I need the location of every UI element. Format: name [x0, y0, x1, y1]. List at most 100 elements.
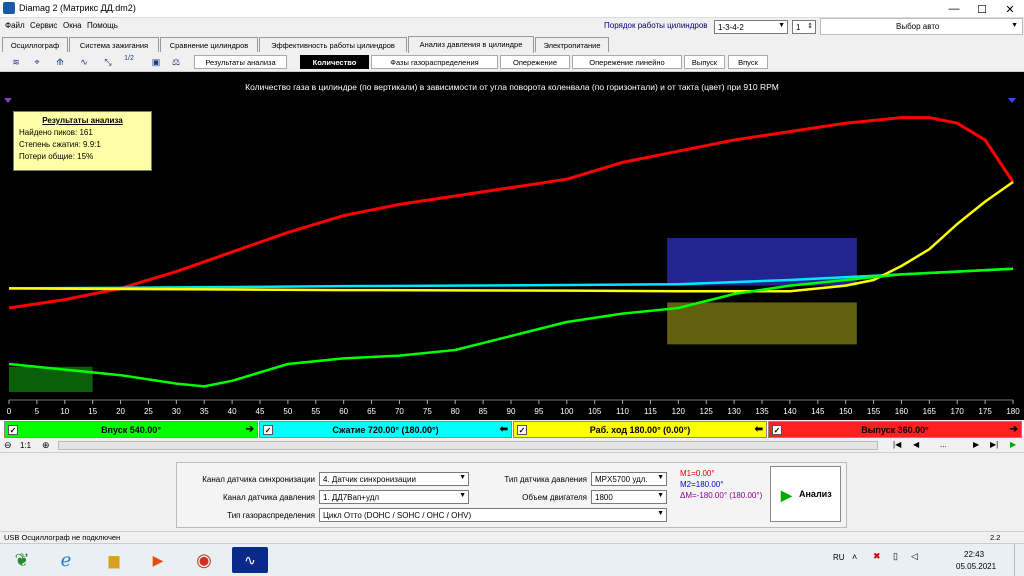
tab-ignition[interactable]: Система зажигания	[69, 37, 159, 52]
total-losses: Потери общие: 15%	[19, 152, 94, 161]
x-tick-label: 110	[616, 407, 629, 416]
zoom-in-icon[interactable]: ⊕	[42, 440, 50, 451]
x-tick-label: 130	[727, 407, 741, 416]
menu-help[interactable]: Помощь	[87, 21, 118, 30]
tab-pressure-analysis[interactable]: Анализ давления в цилиндре	[408, 36, 534, 53]
subtab-advance-linear[interactable]: Опережение линейно	[572, 55, 682, 69]
minimize-button[interactable]: —	[940, 0, 968, 18]
engine-volume-value: 1800	[595, 493, 613, 502]
tab-oscilloscope[interactable]: Осциллограф	[2, 37, 68, 52]
internet-explorer-icon[interactable]: ℯ	[48, 547, 84, 573]
cursor-icon[interactable]: ⌖	[29, 55, 45, 70]
gas-distribution-select[interactable]: Цикл Отто (DOHC / SOHC / OHC / OHV) ▼	[319, 508, 667, 522]
phase-power[interactable]: ✓ Раб. ход 180.00° (0.00°) ⬅	[513, 421, 767, 438]
media-player-icon[interactable]: ▶	[140, 547, 176, 573]
tab-power[interactable]: Электропитание	[535, 37, 609, 52]
volume-icon[interactable]: ◁	[911, 551, 918, 562]
save-icon[interactable]: ▣	[148, 55, 164, 70]
cylinder-order-select[interactable]: 1-3-4-2 ▼	[714, 20, 788, 34]
subtab-results[interactable]: Результаты анализа	[194, 55, 287, 69]
phase-intake-checkbox[interactable]: ✓	[8, 425, 18, 435]
x-tick-label: 40	[228, 407, 237, 416]
horizontal-scrollbar[interactable]	[58, 441, 878, 450]
subtab-intake[interactable]: Впуск	[728, 55, 768, 69]
maximize-button[interactable]: ☐	[968, 0, 996, 18]
chrome-icon[interactable]: ◉	[186, 547, 222, 573]
zoom-out-icon[interactable]: ⊖	[4, 440, 12, 451]
sensor-type-value: MPX5700 удл.	[595, 475, 648, 484]
menu-service[interactable]: Сервис	[30, 21, 57, 30]
play-icon[interactable]: ▶	[1010, 440, 1016, 449]
phase-compression-checkbox[interactable]: ✓	[263, 425, 273, 435]
x-tick-label: 25	[144, 407, 153, 416]
nav-prev-icon[interactable]: ◀	[913, 440, 919, 449]
chevron-down-icon: ▼	[459, 474, 466, 481]
show-desktop-button[interactable]	[1014, 544, 1024, 576]
select-car-dropdown[interactable]: Выбор авто ▼	[820, 18, 1023, 35]
nav-first-icon[interactable]: |◀	[893, 440, 901, 449]
network-icon[interactable]: ✖	[873, 551, 881, 562]
tab-cylinder-efficiency[interactable]: Эффективность работы цилиндров	[259, 37, 407, 52]
results-box: Результаты анализа Найдено пиков: 161 Ст…	[13, 111, 152, 171]
x-tick-label: 15	[88, 407, 97, 416]
subtab-quantity[interactable]: Количество	[300, 55, 369, 69]
marker-delta: ΔM=-180.00° (180.00°)	[680, 491, 763, 500]
battery-icon[interactable]: ▯	[893, 551, 898, 562]
tray-chevron-icon[interactable]: ˄	[852, 552, 857, 562]
arrow-right-icon[interactable]: ➔	[1010, 424, 1018, 435]
clock-time: 22:43	[964, 550, 985, 559]
sync-channel-select[interactable]: 4. Датчик синхронизации ▼	[319, 472, 469, 486]
tab-cylinder-compare[interactable]: Сравнение цилиндров	[160, 37, 258, 52]
wave-icon[interactable]: ≋	[8, 55, 24, 70]
close-button[interactable]: ✕	[996, 0, 1024, 18]
tab-label: Электропитание	[543, 41, 601, 50]
file-explorer-icon[interactable]: ▆	[96, 547, 132, 573]
phase-compression[interactable]: ✓ Сжатие 720.00° (180.00°) ⬅	[259, 421, 512, 438]
marker-m2-icon[interactable]	[1008, 98, 1016, 103]
marker-m1: M1=0.00°	[680, 469, 715, 478]
scroll-row: ⊖ 1:1 ⊕ |◀ ◀ ... ▶ ▶| ▶	[0, 438, 1024, 453]
arrow-left-icon[interactable]: ⬅	[755, 424, 763, 435]
subtab-gas-phases[interactable]: Фазы газораспределения	[371, 55, 498, 69]
x-tick-label: 35	[200, 407, 209, 416]
phase-intake[interactable]: ✓ Впуск 540.00° ➔	[4, 421, 258, 438]
phase-exhaust-label: Выпуск 360.00°	[861, 425, 929, 435]
x-tick-label: 60	[339, 407, 348, 416]
taskbar: ❦ ℯ ▆ ▶ ◉ ∿ RU ˄ ✖ ▯ ◁ 22:43 05.05.2021	[0, 543, 1024, 576]
phase-exhaust[interactable]: ✓ Выпуск 360.00° ➔	[768, 421, 1022, 438]
x-tick-label: 50	[283, 407, 292, 416]
x-tick-label: 115	[644, 407, 657, 416]
x-tick-label: 0	[7, 407, 12, 416]
arrow-left-icon[interactable]: ⬅	[500, 424, 508, 435]
engine-volume-select[interactable]: 1800 ▼	[591, 490, 667, 504]
start-button-icon[interactable]: ❦	[4, 547, 40, 573]
cylinder-number-spinner[interactable]: 1 ⇕	[792, 20, 816, 34]
menu-file[interactable]: Файл	[5, 21, 25, 30]
menu-windows[interactable]: Окна	[63, 21, 82, 30]
chart-area[interactable]: Количество газа в цилиндре (по вертикали…	[0, 72, 1024, 420]
language-indicator[interactable]: RU	[833, 553, 845, 562]
title-bar: Diamag 2 (Матрикс ДД.dm2) — ☐ ✕	[0, 0, 1024, 18]
x-tick-label: 100	[560, 407, 574, 416]
scale-icon[interactable]: ⚖	[168, 55, 184, 70]
subtab-exhaust[interactable]: Выпуск	[684, 55, 725, 69]
marker-m1-icon[interactable]	[4, 98, 12, 103]
analyze-button[interactable]: ▶ Анализ	[770, 466, 841, 522]
settings-panel: Канал датчика синхронизации 4. Датчик си…	[176, 462, 847, 528]
subtab-advance[interactable]: Опережение	[500, 55, 570, 69]
nav-next-icon[interactable]: ▶	[973, 440, 979, 449]
pressure-channel-select[interactable]: 1. ДД7Вап+удл ▼	[319, 490, 469, 504]
x-tick-label: 175	[978, 407, 992, 416]
nav-last-icon[interactable]: ▶|	[990, 440, 998, 449]
graph-icon[interactable]: ∿	[76, 55, 92, 70]
sensor-type-select[interactable]: MPX5700 удл. ▼	[591, 472, 667, 486]
phase-exhaust-checkbox[interactable]: ✓	[772, 425, 782, 435]
x-tick-label: 125	[700, 407, 714, 416]
phase-power-checkbox[interactable]: ✓	[517, 425, 527, 435]
x-tick-label: 170	[951, 407, 965, 416]
arrow-right-icon[interactable]: ➔	[246, 424, 254, 435]
zoom-icon[interactable]: ⤡	[100, 55, 116, 70]
auto-icon[interactable]: ⟰	[52, 55, 68, 70]
half-icon[interactable]: 1/2	[121, 55, 137, 70]
diamag-taskbar-icon[interactable]: ∿	[232, 547, 268, 573]
